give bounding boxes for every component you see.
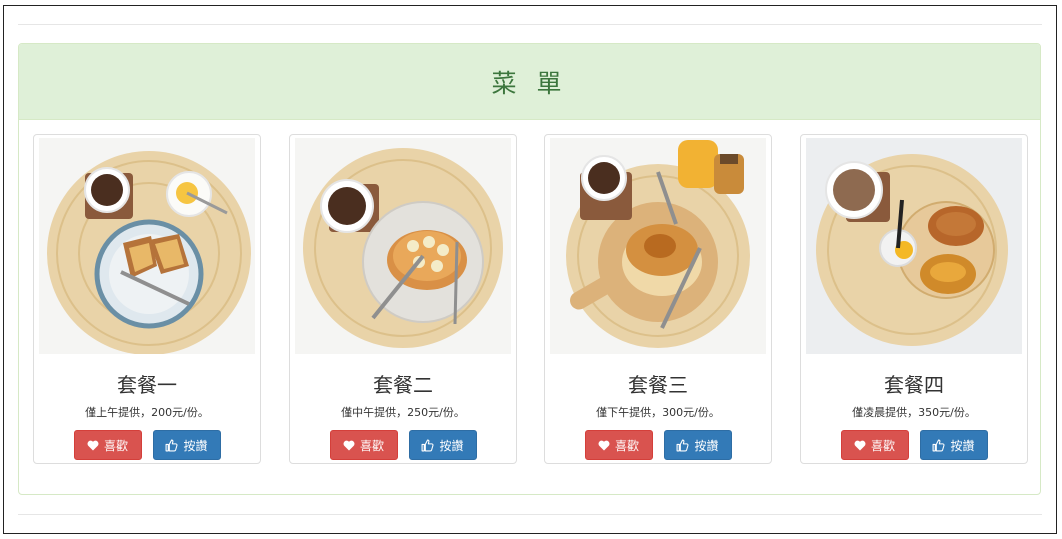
- thumbs-up-button[interactable]: 按讚: [152, 430, 221, 460]
- like-button[interactable]: 喜歡: [840, 430, 909, 460]
- thumbs-up-button-label: 按讚: [183, 438, 208, 453]
- menu-card-3: 套餐三 僅下午提供，300元/份。 喜歡 按讚: [544, 134, 772, 464]
- thumbs-up-icon: [166, 439, 179, 451]
- thumbs-up-button-label: 按讚: [694, 438, 719, 453]
- menu-card-image: [806, 138, 1022, 354]
- menu-card-4: 套餐四 僅凌晨提供，350元/份。 喜歡 按讚: [800, 134, 1028, 464]
- like-button[interactable]: 喜歡: [584, 430, 653, 460]
- like-button-label: 喜歡: [870, 438, 895, 453]
- menu-card-description: 僅上午提供，200元/份。: [85, 406, 209, 419]
- like-button[interactable]: 喜歡: [329, 430, 398, 460]
- thumbs-up-button[interactable]: 按讚: [408, 430, 477, 460]
- thumbs-up-icon: [422, 439, 435, 451]
- like-button-label: 喜歡: [614, 438, 639, 453]
- heart-icon: [854, 440, 866, 450]
- thumbs-up-button-label: 按讚: [439, 438, 464, 453]
- menu-card-image: [39, 138, 255, 354]
- like-button[interactable]: 喜歡: [73, 430, 142, 460]
- menu-card-1: 套餐一 僅上午提供，200元/份。 喜歡 按讚: [33, 134, 261, 464]
- menu-card-actions: 喜歡 按讚: [545, 430, 771, 460]
- heart-icon: [343, 440, 355, 450]
- thumbs-up-button-label: 按讚: [950, 438, 975, 453]
- menu-card-description: 僅中午提供，250元/份。: [341, 406, 465, 419]
- menu-card-title: 套餐二: [373, 373, 433, 397]
- panel-heading: 菜 單: [19, 44, 1040, 120]
- heart-icon: [598, 440, 610, 450]
- menu-card-title: 套餐一: [117, 373, 177, 397]
- like-button-label: 喜歡: [103, 438, 128, 453]
- menu-card-image: [295, 138, 511, 354]
- menu-panel: 菜 單 套餐一 僅上午提供，200元/份。 喜歡 按讚 套餐二 僅中午提供，25…: [18, 43, 1041, 495]
- page-frame: 菜 單 套餐一 僅上午提供，200元/份。 喜歡 按讚 套餐二 僅中午提供，25…: [3, 5, 1057, 534]
- thumbs-up-icon: [677, 439, 690, 451]
- menu-card-description: 僅凌晨提供，350元/份。: [852, 406, 976, 419]
- menu-card-title: 套餐四: [884, 373, 944, 397]
- thumbs-up-button[interactable]: 按讚: [919, 430, 988, 460]
- panel-title: 菜 單: [491, 68, 568, 98]
- menu-card-image: [550, 138, 766, 354]
- like-button-label: 喜歡: [359, 438, 384, 453]
- bottom-divider: [18, 514, 1042, 515]
- thumbs-up-button[interactable]: 按讚: [663, 430, 732, 460]
- menu-card-description: 僅下午提供，300元/份。: [596, 406, 720, 419]
- menu-card-actions: 喜歡 按讚: [801, 430, 1027, 460]
- menu-card-actions: 喜歡 按讚: [34, 430, 260, 460]
- top-divider: [18, 24, 1042, 25]
- thumbs-up-icon: [933, 439, 946, 451]
- heart-icon: [87, 440, 99, 450]
- menu-card-2: 套餐二 僅中午提供，250元/份。 喜歡 按讚: [289, 134, 517, 464]
- menu-card-title: 套餐三: [628, 373, 688, 397]
- menu-card-actions: 喜歡 按讚: [290, 430, 516, 460]
